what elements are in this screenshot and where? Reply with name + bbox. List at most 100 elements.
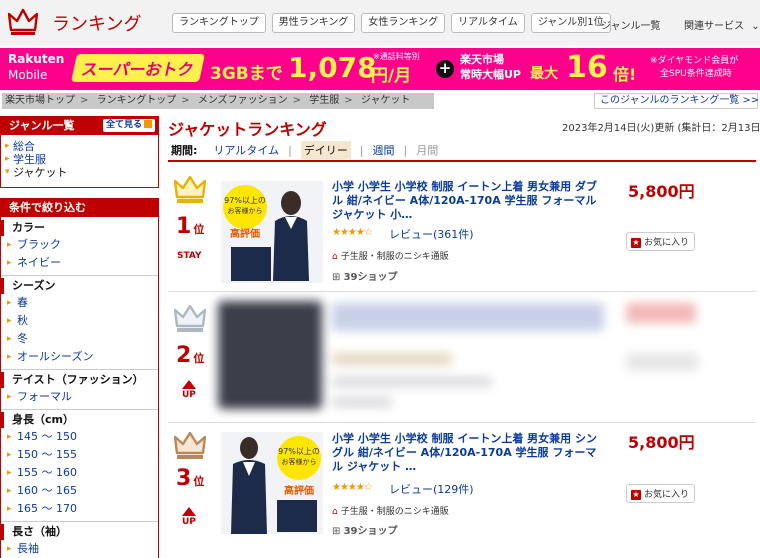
rating-stars: ★★★★☆ xyxy=(332,482,373,493)
top-tabs: ランキングトップ 男性ランキング 女性ランキング リアルタイム ジャンル別1位 xyxy=(172,13,611,33)
up-arrow-icon xyxy=(182,380,196,389)
page-title: ジャケットランキング xyxy=(168,120,327,139)
filter-season: シーズン 春 秋 冬 オールシーズン xyxy=(1,275,158,366)
filter-item[interactable]: 長袖 xyxy=(1,540,158,558)
filter-item[interactable]: 冬 xyxy=(1,330,158,348)
svg-text:97%以上の: 97%以上の xyxy=(278,447,320,456)
filter-item[interactable]: 160 ～ 165 xyxy=(1,482,158,500)
filter-sleeve: 長さ（袖） 長袖 xyxy=(1,521,158,558)
super-deal-label: スーパーおトク xyxy=(71,54,205,82)
svg-text:高評価: 高評価 xyxy=(284,484,314,497)
rating-stars: ★★★★☆ xyxy=(332,227,373,238)
product-photo: 97%以上の お客様から 高評価 xyxy=(221,181,323,283)
filter-item[interactable]: 春 xyxy=(1,294,158,312)
breadcrumb-item[interactable]: 楽天市場トップ xyxy=(5,95,75,106)
sidebar: ジャンル一覧 全て見る 総合 学生服 ジャケット 条件で絞り込む カラー ブラッ… xyxy=(0,116,159,558)
product-price: 5,800円 xyxy=(628,433,695,452)
filter-item[interactable]: ブラック xyxy=(1,236,158,254)
breadcrumb: 楽天市場トップ > ランキングトップ > メンズファッション > 学生服 > ジャケット xyxy=(2,93,434,109)
product-title-link[interactable]: 小学 小学生 小学校 制服 イートン上着 男女兼用 ダブル 紺/ネイビー A体/… xyxy=(332,180,602,222)
shop-name[interactable]: ⌂ 子生服・制服のニシキ通販 xyxy=(332,504,449,517)
period-realtime[interactable]: リアルタイム xyxy=(213,142,279,158)
period-weekly[interactable]: 週間 xyxy=(373,142,395,158)
tab-genre-first[interactable]: ジャンル別1位 xyxy=(530,13,611,33)
genre-item-all[interactable]: 総合 xyxy=(1,140,158,153)
banner-note: ※ダイヤモンド会員が 全SPU条件達成時 xyxy=(650,56,739,79)
related-services-label: 関連サービス xyxy=(684,21,744,32)
site-title[interactable]: ランキング xyxy=(52,10,141,36)
filter-item[interactable]: オールシーズン xyxy=(1,348,158,366)
filter-color: カラー ブラック ネイビー xyxy=(1,217,158,272)
divider xyxy=(168,160,756,162)
filter-taste: テイスト（ファッション） フォーマル xyxy=(1,369,158,406)
rank-movement: STAY xyxy=(177,251,202,261)
rank-movement: UP xyxy=(182,390,196,400)
shop-count-link[interactable]: ⊞ 39ショップ xyxy=(332,522,397,537)
product-photo: 97%以上の お客様から 高評価 xyxy=(221,432,323,534)
product-price: 5,800円 xyxy=(628,182,695,201)
filter-height: 身長（cm） 145 ～ 150 150 ～ 155 155 ～ 160 160… xyxy=(1,409,158,518)
plus-icon: + xyxy=(436,60,454,78)
multiplier-value: 16 xyxy=(566,50,608,85)
gold-crown-icon xyxy=(174,176,206,203)
related-services-menu[interactable]: 関連サービス ⌄ xyxy=(684,17,760,32)
product-image[interactable]: 97%以上の お客様から 高評価 xyxy=(221,432,323,534)
genre-box: ジャンル一覧 全て見る 総合 学生服 ジャケット xyxy=(0,116,159,188)
ranking-item: 2位 UP xyxy=(168,293,756,423)
period-monthly: 月間 xyxy=(416,144,439,157)
breadcrumb-item[interactable]: メンズファッション xyxy=(198,95,288,106)
bronze-crown-icon xyxy=(174,432,206,459)
filter-item[interactable]: 秋 xyxy=(1,312,158,330)
genre-item-school-uniform[interactable]: 学生服 xyxy=(1,153,158,166)
product-image[interactable]: 97%以上の お客様から 高評価 xyxy=(221,181,323,283)
see-all-button[interactable]: 全て見る xyxy=(102,119,155,132)
filter-box: 条件で絞り込む カラー ブラック ネイビー シーズン 春 秋 冬 オールシーズン… xyxy=(0,198,159,558)
rank-movement: UP xyxy=(182,517,196,527)
crown-logo-icon[interactable] xyxy=(8,8,38,36)
silver-crown-icon xyxy=(174,305,206,332)
filter-item[interactable]: 150 ～ 155 xyxy=(1,446,158,464)
filter-item[interactable]: フォーマル xyxy=(1,388,158,406)
max-label: 最大 xyxy=(530,66,558,82)
ranking-item: 1位 STAY 97%以上の お客様から 高評価 小学 小学生 小学校 制服 イ… xyxy=(168,164,756,292)
rank-number: 2位 xyxy=(176,343,205,368)
shop-list-icon: ⊞ xyxy=(332,526,344,537)
breadcrumb-item[interactable]: ランキングトップ xyxy=(97,95,177,106)
updated-date: 2023年2月14日(火)更新 (集計日：2月13日) xyxy=(562,123,760,134)
svg-text:97%以上の: 97%以上の xyxy=(224,196,266,205)
period-daily[interactable]: デイリー xyxy=(300,141,351,159)
favorite-button[interactable]: ★ お気に入り xyxy=(626,232,696,251)
rank-number: 3位 xyxy=(176,466,205,491)
review-link[interactable]: レビュー(129件) xyxy=(389,481,474,497)
filter-item[interactable]: ネイビー xyxy=(1,254,158,272)
promo-banner[interactable]: Rakuten Mobile スーパーおトク 3GBまで 1,078 ※通話料等… xyxy=(0,48,760,90)
star-icon: ★ xyxy=(631,490,641,500)
rakuten-mobile-logo: Rakuten Mobile xyxy=(8,52,65,82)
tab-male-ranking[interactable]: 男性ランキング xyxy=(271,13,356,33)
filter-item[interactable]: 145 ～ 150 xyxy=(1,428,158,446)
shop-home-icon: ⌂ xyxy=(332,507,338,517)
tab-ranking-top[interactable]: ランキングトップ xyxy=(172,13,266,33)
genre-ranking-list-link[interactable]: このジャンルのランキング一覧 >> xyxy=(594,93,759,109)
shop-count-link[interactable]: ⊞ 39ショップ xyxy=(332,268,397,283)
svg-text:お客様から: お客様から xyxy=(282,457,317,466)
ranking-item: 3位 UP 97%以上の お客様から 高評価 小学 小学生 小学校 制服 イート… xyxy=(168,424,756,554)
up-arrow-icon xyxy=(182,507,196,516)
favorite-button[interactable]: ★ お気に入り xyxy=(626,484,696,503)
tab-realtime[interactable]: リアルタイム xyxy=(451,13,525,33)
breadcrumb-item[interactable]: 学生服 xyxy=(309,95,339,106)
shop-name[interactable]: ⌂ 子生服・制服のニシキ通販 xyxy=(332,249,449,262)
rank-number: 1位 xyxy=(176,214,205,239)
period-label: 期間: xyxy=(171,144,198,157)
breadcrumb-item-current: ジャケット xyxy=(360,95,411,106)
filter-item[interactable]: 155 ～ 160 xyxy=(1,464,158,482)
svg-text:高評価: 高評価 xyxy=(230,227,260,240)
product-title-link[interactable]: 小学 小学生 小学校 制服 イートン上着 男女兼用 シングル 紺/ネイビー A体… xyxy=(332,432,602,474)
tab-female-ranking[interactable]: 女性ランキング xyxy=(361,13,446,33)
multiplier-unit: 倍! xyxy=(613,65,637,84)
star-icon: ★ xyxy=(631,238,641,248)
genre-list-link[interactable]: ジャンル一覧 xyxy=(601,17,661,32)
filter-item[interactable]: 165 ～ 170 xyxy=(1,500,158,518)
chevron-down-icon: ⌄ xyxy=(751,21,760,32)
review-link[interactable]: レビュー(361件) xyxy=(389,226,474,242)
